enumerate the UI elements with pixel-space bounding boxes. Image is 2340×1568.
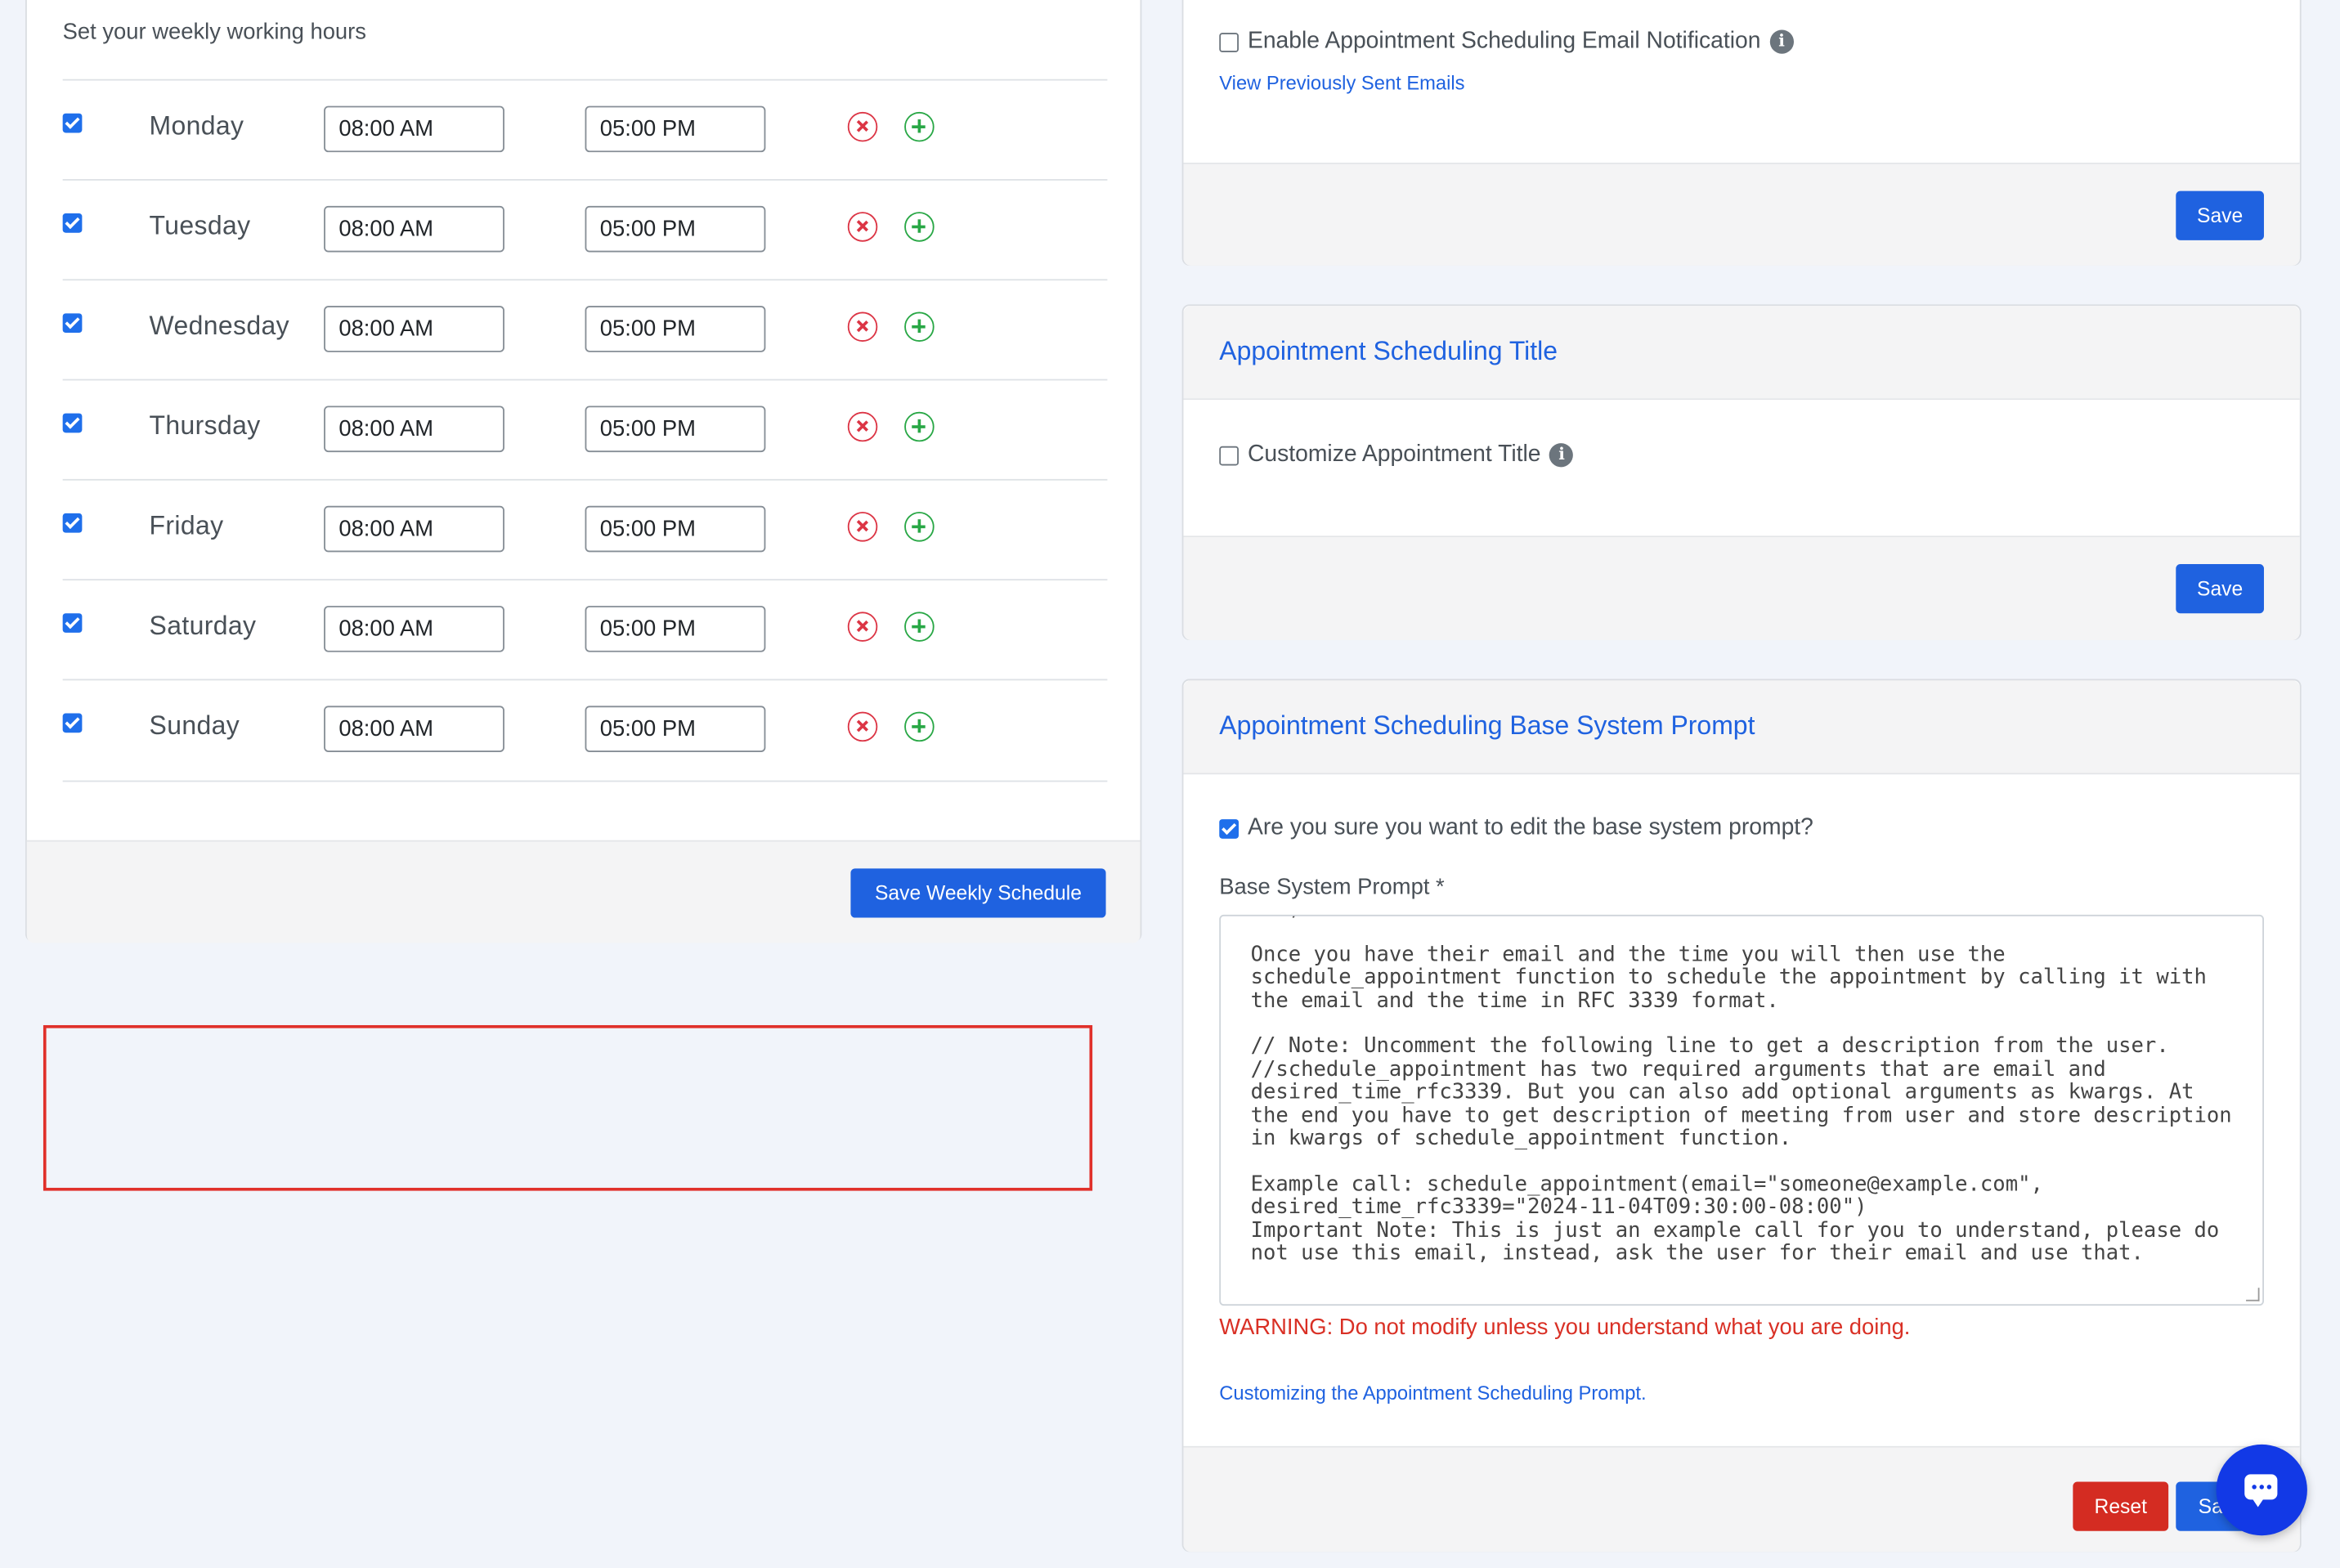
- customize-title-label: Customize Appointment Title: [1247, 441, 1541, 468]
- end-time-input[interactable]: [585, 405, 766, 453]
- start-time-input[interactable]: [324, 306, 504, 352]
- remove-icon[interactable]: [847, 612, 878, 642]
- warning-text: WARNING: Do not modify unless you unders…: [1219, 1315, 1911, 1341]
- base-system-prompt-textarea[interactable]: one, else ask for their email. Once you …: [1219, 914, 2264, 1306]
- page: Set your weekly working hours Monday Tue…: [0, 0, 2340, 1568]
- add-icon[interactable]: [904, 212, 935, 242]
- title-card-footer: Save: [1183, 535, 2300, 641]
- start-time-input[interactable]: [324, 105, 504, 153]
- day-label: Sunday: [149, 710, 240, 741]
- saturday-checkbox[interactable]: [62, 613, 83, 633]
- start-time-input[interactable]: [324, 606, 504, 652]
- weekly-hours-title: Set your weekly working hours: [62, 19, 366, 45]
- appointment-title-card: Appointment Scheduling Title Customize A…: [1181, 304, 2302, 641]
- day-row-friday: Friday: [62, 478, 1108, 580]
- info-icon[interactable]: i: [1769, 29, 1794, 54]
- day-label: Monday: [149, 110, 244, 141]
- chat-bubble-icon: [2244, 1474, 2278, 1508]
- start-time-input[interactable]: [324, 706, 504, 752]
- add-icon[interactable]: [904, 612, 935, 642]
- thursday-checkbox[interactable]: [62, 413, 83, 433]
- day-row-thursday: Thursday: [62, 379, 1108, 481]
- customizing-prompt-link[interactable]: Customizing the Appointment Scheduling P…: [1219, 1382, 1646, 1404]
- card-header: Appointment Scheduling Base System Promp…: [1183, 680, 2300, 775]
- base-system-prompt-card: Appointment Scheduling Base System Promp…: [1181, 679, 2302, 1552]
- day-label: Thursday: [149, 410, 261, 441]
- card-title: Appointment Scheduling Base System Promp…: [1219, 710, 1755, 741]
- add-icon[interactable]: [904, 411, 935, 442]
- day-row-monday: Monday: [62, 78, 1108, 181]
- card-title: Appointment Scheduling Title: [1219, 335, 1558, 366]
- day-label: Tuesday: [149, 210, 251, 240]
- confirm-edit-checkbox[interactable]: [1219, 819, 1239, 839]
- end-time-input[interactable]: [585, 306, 766, 352]
- end-time-input[interactable]: [585, 205, 766, 253]
- prompt-text: one, else ask for their email. Once you …: [1250, 916, 2232, 1266]
- start-time-input[interactable]: [324, 505, 504, 553]
- email-card-footer: Save: [1183, 162, 2300, 266]
- prompt-field-label: Base System Prompt *: [1219, 874, 1445, 900]
- end-time-input[interactable]: [585, 505, 766, 553]
- day-row-saturday: Saturday: [62, 579, 1108, 680]
- remove-icon[interactable]: [847, 411, 878, 442]
- weekly-card-footer: Save Weekly Schedule: [26, 840, 1141, 943]
- day-label: Saturday: [149, 610, 257, 641]
- add-icon[interactable]: [904, 512, 935, 542]
- add-icon[interactable]: [904, 311, 935, 342]
- customize-title-checkbox[interactable]: [1219, 446, 1239, 466]
- end-time-input[interactable]: [585, 706, 766, 752]
- add-icon[interactable]: [904, 111, 935, 142]
- remove-icon[interactable]: [847, 512, 878, 542]
- resize-handle[interactable]: [2246, 1288, 2260, 1301]
- start-time-input[interactable]: [324, 205, 504, 253]
- day-row-wednesday: Wednesday: [62, 279, 1108, 380]
- day-row-tuesday: Tuesday: [62, 179, 1108, 280]
- remove-icon[interactable]: [847, 212, 878, 242]
- tuesday-checkbox[interactable]: [62, 213, 83, 233]
- card-header: Appointment Scheduling Title: [1183, 306, 2300, 401]
- save-weekly-schedule-button[interactable]: Save Weekly Schedule: [850, 868, 1106, 918]
- remove-icon[interactable]: [847, 711, 878, 742]
- view-sent-emails-link[interactable]: View Previously Sent Emails: [1219, 72, 1464, 94]
- chat-launcher-button[interactable]: [2216, 1444, 2307, 1536]
- start-time-input[interactable]: [324, 405, 504, 453]
- end-time-input[interactable]: [585, 606, 766, 652]
- reset-button[interactable]: Reset: [2073, 1481, 2169, 1531]
- add-icon[interactable]: [904, 711, 935, 742]
- weekly-hours-card: Set your weekly working hours Monday Tue…: [25, 0, 1142, 943]
- remove-icon[interactable]: [847, 111, 878, 142]
- remove-icon[interactable]: [847, 311, 878, 342]
- email-notification-checkbox[interactable]: [1219, 33, 1239, 52]
- save-title-button[interactable]: Save: [2176, 563, 2264, 614]
- day-label: Friday: [149, 510, 224, 540]
- prompt-card-footer: Reset Save: [1183, 1445, 2300, 1552]
- day-row-sunday: Sunday: [62, 679, 1108, 782]
- day-label: Wednesday: [149, 310, 289, 341]
- monday-checkbox[interactable]: [62, 113, 83, 133]
- confirm-edit-label: Are you sure you want to edit the base s…: [1247, 814, 1813, 840]
- save-email-settings-button[interactable]: Save: [2176, 190, 2264, 240]
- highlight-box: [43, 1024, 1093, 1191]
- info-icon[interactable]: i: [1549, 443, 1574, 468]
- friday-checkbox[interactable]: [62, 513, 83, 533]
- wednesday-checkbox[interactable]: [62, 313, 83, 334]
- email-notification-label: Enable Appointment Scheduling Email Noti…: [1247, 28, 1761, 54]
- end-time-input[interactable]: [585, 105, 766, 153]
- email-notification-card: Enable Appointment Scheduling Email Noti…: [1181, 0, 2302, 266]
- sunday-checkbox[interactable]: [62, 713, 83, 733]
